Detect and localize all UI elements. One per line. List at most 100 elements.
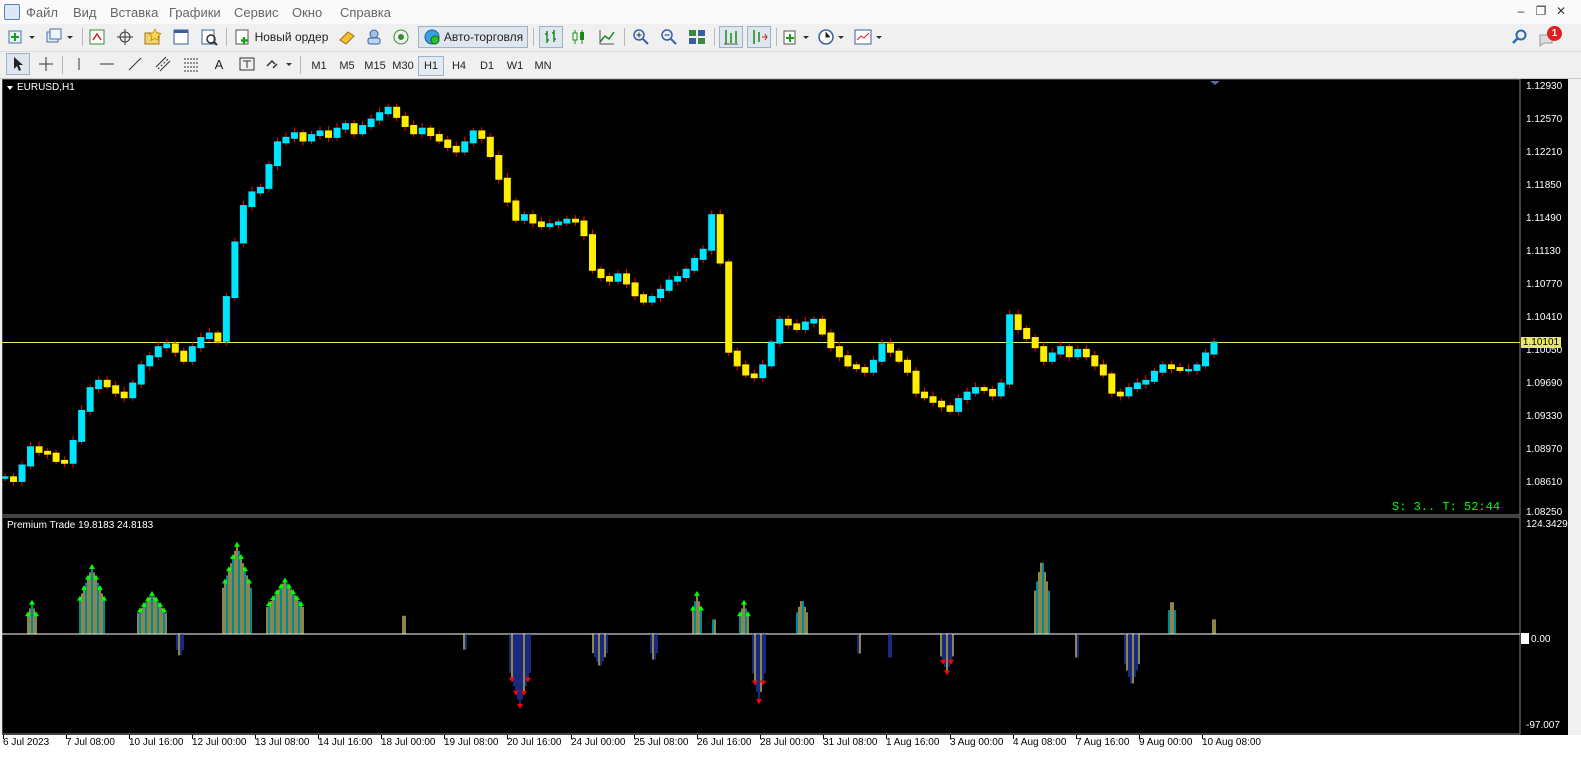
horizontal-line-button[interactable] [96, 53, 118, 75]
menu-window[interactable]: Окно [292, 5, 322, 20]
tf-mn[interactable]: MN [530, 56, 556, 76]
candle-body [350, 123, 358, 135]
tf-d1[interactable]: D1 [474, 56, 500, 76]
candle-body [767, 341, 775, 367]
candle-body [256, 186, 264, 194]
cursor-icon [14, 57, 23, 71]
tf-m15[interactable]: M15 [362, 56, 388, 76]
market-watch-button[interactable] [86, 26, 108, 48]
line-chart-button[interactable] [595, 26, 619, 48]
chart-window[interactable]: EURUSD,H1 1.12930 1.12570 1.12210 1.1185… [2, 79, 1568, 752]
arrows-button[interactable] [264, 53, 296, 75]
metaeditor-button[interactable] [336, 26, 358, 48]
time-tick: 31 Jul 08:00 [823, 737, 878, 748]
trendline-button[interactable] [124, 53, 146, 75]
candle-body [1184, 368, 1192, 372]
notification-badge: 1 [1547, 26, 1562, 41]
candle-body [273, 141, 281, 167]
candle-body [205, 332, 213, 340]
time-tick: 19 Jul 08:00 [444, 737, 499, 748]
restore-icon[interactable]: ❐ [1533, 4, 1549, 18]
menu-charts[interactable]: Графики [169, 5, 221, 20]
chart-shift-icon [724, 30, 738, 45]
candle-body [1006, 314, 1014, 385]
candle-body [861, 367, 869, 373]
strategy-tester-button[interactable] [198, 26, 220, 48]
candle-body [980, 387, 988, 391]
time-tick: 7 Jul 08:00 [66, 737, 115, 748]
up-arrow-icon [29, 599, 35, 605]
data-window-button[interactable] [114, 26, 136, 48]
candle-body [1023, 327, 1031, 340]
zoom-out-button[interactable] [657, 26, 681, 48]
candle-body [716, 214, 724, 264]
up-arrow-icon [694, 590, 700, 596]
time-tick-mark [697, 735, 698, 739]
market-button[interactable] [390, 26, 412, 48]
candle-body [1142, 379, 1150, 385]
candle-body [1040, 346, 1048, 362]
minimize-icon[interactable]: – [1513, 4, 1529, 18]
candle-body [290, 132, 298, 139]
candle-body [469, 130, 477, 144]
terminal-button[interactable] [170, 26, 192, 48]
chart-shift-button[interactable] [719, 26, 743, 48]
price-chart[interactable] [2, 79, 1568, 735]
bar-chart-button[interactable] [539, 26, 563, 48]
menu-tools[interactable]: Сервис [234, 5, 279, 20]
new-order-button[interactable]: Новый ордер [231, 26, 331, 48]
tf-w1[interactable]: W1 [502, 56, 528, 76]
menu-help[interactable]: Справка [340, 5, 391, 20]
navigator-button[interactable] [142, 26, 164, 48]
channel-button[interactable] [152, 53, 174, 75]
periods-button[interactable] [816, 26, 848, 48]
autotrading-button[interactable]: Авто-торговля [418, 26, 528, 48]
menu-insert[interactable]: Вставка [110, 5, 158, 20]
candle-body [827, 332, 835, 349]
candle-body [614, 273, 622, 282]
cursor-button[interactable] [6, 53, 30, 75]
price-tick: 1.08250 [1526, 507, 1563, 518]
tf-m1[interactable]: M1 [306, 56, 332, 76]
candle-body [486, 136, 494, 157]
candle-body [708, 214, 716, 251]
candle-body [1057, 346, 1065, 355]
tf-m5[interactable]: M5 [334, 56, 360, 76]
crosshair-tool-icon [39, 57, 53, 71]
text-label-button[interactable] [236, 53, 258, 75]
fibonacci-button[interactable] [180, 53, 202, 75]
candle-body [239, 205, 247, 244]
candle-body [367, 118, 375, 127]
text-button[interactable]: A [208, 53, 230, 75]
tf-h4[interactable]: H4 [446, 56, 472, 76]
drawing-toolbar: A M1 M5 M15 M30 H1 H4 D1 W1 MN [0, 52, 1581, 79]
close-icon[interactable]: ✕ [1553, 4, 1569, 18]
indicators-button[interactable] [781, 26, 813, 48]
time-tick: 28 Jul 00:00 [760, 737, 815, 748]
candle-body [1099, 364, 1107, 376]
line-chart-icon [599, 30, 615, 45]
vertical-line-button[interactable] [68, 53, 90, 75]
tile-windows-button[interactable] [685, 26, 709, 48]
menu-file[interactable]: Файл [26, 5, 58, 20]
candle-body [35, 446, 43, 453]
clock-icon [818, 29, 844, 45]
zoom-in-button[interactable] [629, 26, 653, 48]
candlestick-button[interactable] [567, 26, 591, 48]
tf-m30[interactable]: M30 [390, 56, 416, 76]
crosshair-button[interactable] [34, 53, 58, 75]
notifications-button[interactable]: 1 [1537, 26, 1563, 48]
tf-h1[interactable]: H1 [418, 56, 444, 76]
autoscroll-button[interactable] [747, 26, 771, 48]
signals-button[interactable] [363, 26, 385, 48]
menu-view[interactable]: Вид [73, 5, 97, 20]
search-button[interactable] [1509, 26, 1531, 48]
new-chart-button[interactable] [6, 26, 38, 48]
profiles-button[interactable] [44, 26, 76, 48]
time-tick-mark [3, 735, 4, 739]
candle-body [495, 155, 503, 180]
crosshair-icon [117, 29, 133, 45]
autotrading-icon [424, 29, 440, 45]
autotrading-label: Авто-торговля [443, 30, 524, 44]
templates-button[interactable] [852, 26, 886, 48]
